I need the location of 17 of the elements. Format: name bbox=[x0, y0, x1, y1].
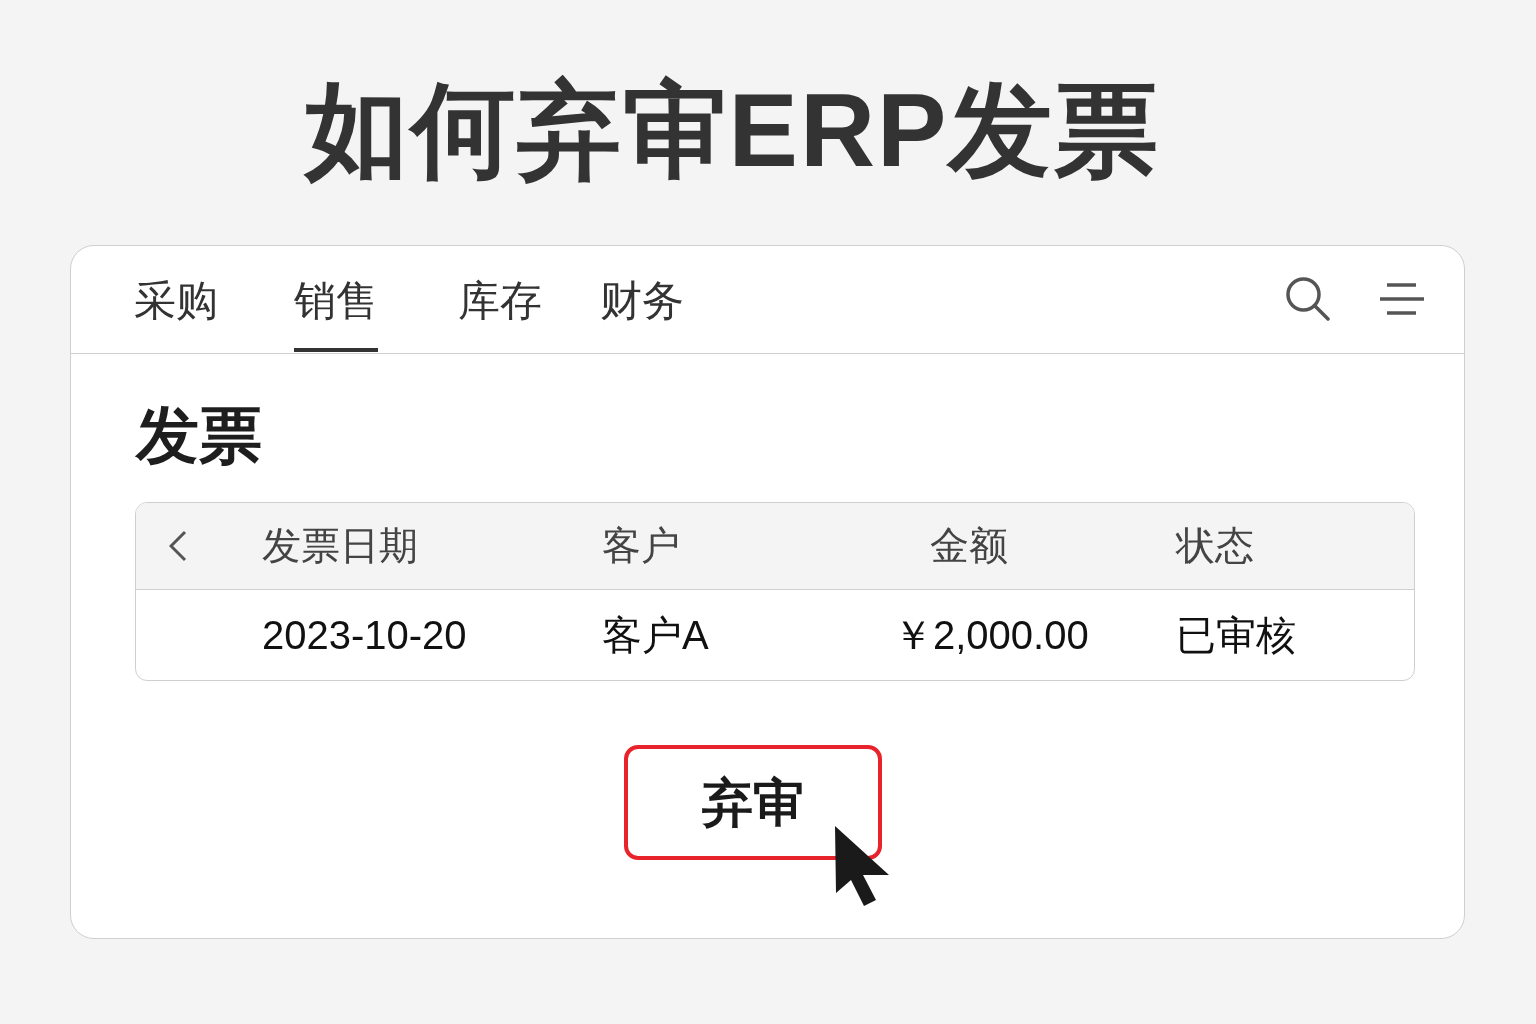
column-header: 客户 bbox=[602, 524, 680, 568]
column-header: 发票日期 bbox=[262, 524, 418, 568]
table-cell: 已审核 bbox=[1176, 612, 1296, 657]
column-header: 金额 bbox=[930, 524, 1008, 568]
table-cell: ￥2,000.00 bbox=[893, 612, 1089, 657]
unapprove-button[interactable]: 弃审 bbox=[623, 744, 882, 860]
column-header: 状态 bbox=[1176, 524, 1254, 568]
tab[interactable]: 采购 bbox=[134, 246, 218, 352]
table-cell: 客户A bbox=[602, 612, 709, 657]
menu-icon[interactable] bbox=[1380, 283, 1424, 315]
tab[interactable]: 财务 bbox=[600, 246, 684, 352]
chevron-left-icon[interactable] bbox=[169, 529, 187, 562]
section-heading: 发票 bbox=[136, 399, 263, 472]
tab[interactable]: 库存 bbox=[458, 246, 542, 352]
search-icon[interactable] bbox=[1286, 277, 1330, 321]
tab[interactable]: 销售 bbox=[294, 246, 378, 352]
table-cell: 2023-10-20 bbox=[262, 612, 467, 657]
